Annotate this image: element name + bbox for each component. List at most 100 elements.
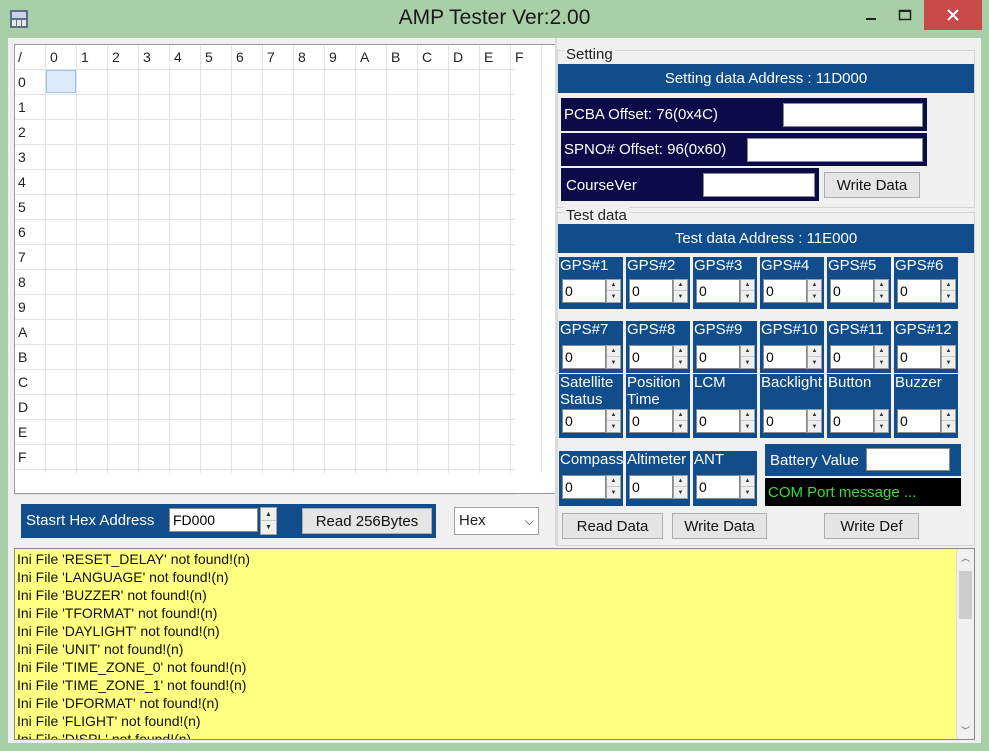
spin-down-icon[interactable]: ▼ (674, 291, 687, 302)
test-field-input[interactable]: 0 (629, 475, 673, 499)
spin-down-icon[interactable]: ▼ (741, 421, 754, 432)
test-field-spinner[interactable]: ▲ ▼ (673, 409, 688, 433)
spin-up-icon[interactable]: ▲ (875, 346, 888, 357)
start-address-input[interactable]: FD000 (169, 508, 258, 532)
test-field-spinner[interactable]: ▲ ▼ (606, 475, 621, 499)
battery-value-input[interactable] (866, 448, 950, 471)
spin-down-icon[interactable]: ▼ (942, 421, 955, 432)
spin-up-icon[interactable]: ▲ (607, 410, 620, 421)
spin-up-icon[interactable]: ▲ (607, 280, 620, 291)
spin-up-icon[interactable]: ▲ (942, 410, 955, 421)
test-field-input[interactable]: 0 (830, 279, 874, 303)
spin-up-icon[interactable]: ▲ (741, 410, 754, 421)
test-field-spinner[interactable]: ▲ ▼ (941, 279, 956, 303)
test-field-input[interactable]: 0 (897, 409, 941, 433)
test-field-spinner[interactable]: ▲ ▼ (874, 345, 889, 369)
test-field-input[interactable]: 0 (696, 279, 740, 303)
spin-down-icon[interactable]: ▼ (808, 421, 821, 432)
spin-up-icon[interactable]: ▲ (808, 410, 821, 421)
test-field-spinner[interactable]: ▲ ▼ (740, 345, 755, 369)
spin-down-icon[interactable]: ▼ (607, 487, 620, 498)
minimize-button[interactable] (856, 0, 886, 30)
test-write-data-button[interactable]: Write Data (672, 513, 767, 539)
format-select[interactable]: Hex ⌵ (454, 507, 539, 535)
spin-down-icon[interactable]: ▼ (261, 521, 276, 534)
setting-write-data-button[interactable]: Write Data (824, 172, 920, 198)
test-field-spinner[interactable]: ▲ ▼ (740, 475, 755, 499)
test-field-spinner[interactable]: ▲ ▼ (606, 409, 621, 433)
spno-offset-input[interactable] (747, 138, 923, 162)
test-field-spinner[interactable]: ▲ ▼ (606, 345, 621, 369)
close-button[interactable] (924, 0, 982, 30)
pcba-offset-input[interactable] (783, 103, 923, 127)
test-field-input[interactable]: 0 (830, 409, 874, 433)
test-field-input[interactable]: 0 (629, 345, 673, 369)
spin-down-icon[interactable]: ▼ (942, 357, 955, 368)
spin-up-icon[interactable]: ▲ (261, 508, 276, 521)
test-field-input[interactable]: 0 (696, 409, 740, 433)
test-field-spinner[interactable]: ▲ ▼ (673, 279, 688, 303)
test-field-spinner[interactable]: ▲ ▼ (874, 409, 889, 433)
test-field-spinner[interactable]: ▲ ▼ (606, 279, 621, 303)
spin-down-icon[interactable]: ▼ (808, 291, 821, 302)
course-ver-input[interactable] (703, 173, 815, 197)
start-address-spinner[interactable]: ▲ ▼ (260, 507, 277, 535)
spin-down-icon[interactable]: ▼ (741, 357, 754, 368)
spin-down-icon[interactable]: ▼ (607, 421, 620, 432)
spin-up-icon[interactable]: ▲ (674, 410, 687, 421)
test-field-input[interactable]: 0 (629, 409, 673, 433)
read-data-button[interactable]: Read Data (562, 513, 663, 539)
spin-down-icon[interactable]: ▼ (674, 357, 687, 368)
spin-down-icon[interactable]: ▼ (875, 357, 888, 368)
test-field-input[interactable]: 0 (562, 345, 606, 369)
spin-up-icon[interactable]: ▲ (674, 476, 687, 487)
spin-up-icon[interactable]: ▲ (607, 346, 620, 357)
spin-up-icon[interactable]: ▲ (741, 346, 754, 357)
test-field-spinner[interactable]: ▲ ▼ (807, 409, 822, 433)
spin-up-icon[interactable]: ▲ (607, 476, 620, 487)
spin-down-icon[interactable]: ▼ (875, 291, 888, 302)
maximize-button[interactable] (888, 0, 922, 30)
test-field-input[interactable]: 0 (763, 279, 807, 303)
spin-down-icon[interactable]: ▼ (808, 357, 821, 368)
scroll-up-icon[interactable]: ︿ (957, 549, 974, 566)
scroll-down-icon[interactable]: ﹀ (957, 722, 974, 739)
spin-down-icon[interactable]: ▼ (942, 291, 955, 302)
spin-up-icon[interactable]: ▲ (741, 476, 754, 487)
test-field-input[interactable]: 0 (897, 345, 941, 369)
spin-up-icon[interactable]: ▲ (942, 346, 955, 357)
test-field-input[interactable]: 0 (897, 279, 941, 303)
spin-down-icon[interactable]: ▼ (875, 421, 888, 432)
spin-up-icon[interactable]: ▲ (674, 346, 687, 357)
log-output[interactable]: Ini File 'DISPL' not found!(n) Ini File '… (14, 548, 975, 740)
spin-up-icon[interactable]: ▲ (942, 280, 955, 291)
spin-up-icon[interactable]: ▲ (808, 280, 821, 291)
spin-up-icon[interactable]: ▲ (674, 280, 687, 291)
spin-down-icon[interactable]: ▼ (607, 291, 620, 302)
test-field-spinner[interactable]: ▲ ▼ (740, 279, 755, 303)
test-field-input[interactable]: 0 (763, 345, 807, 369)
test-field-spinner[interactable]: ▲ ▼ (807, 345, 822, 369)
test-field-input[interactable]: 0 (696, 475, 740, 499)
read-256-bytes-button[interactable]: Read 256Bytes (302, 508, 432, 534)
test-field-spinner[interactable]: ▲ ▼ (874, 279, 889, 303)
spin-down-icon[interactable]: ▼ (674, 421, 687, 432)
test-field-spinner[interactable]: ▲ ▼ (941, 345, 956, 369)
test-field-spinner[interactable]: ▲ ▼ (807, 279, 822, 303)
scroll-thumb[interactable] (959, 571, 972, 619)
spin-down-icon[interactable]: ▼ (741, 291, 754, 302)
test-field-spinner[interactable]: ▲ ▼ (941, 409, 956, 433)
test-field-input[interactable]: 0 (830, 345, 874, 369)
test-field-spinner[interactable]: ▲ ▼ (740, 409, 755, 433)
log-scrollbar[interactable]: ︿ ﹀ (956, 549, 974, 739)
test-field-input[interactable]: 0 (763, 409, 807, 433)
hex-data-grid[interactable]: /0 1 2 3 4 5 6 7 8 9 A B C D E F 0 1 2 3 4 5 6 7 8 9 A B C D E F (14, 44, 556, 495)
spin-up-icon[interactable]: ▲ (741, 280, 754, 291)
spin-up-icon[interactable]: ▲ (875, 410, 888, 421)
test-field-input[interactable]: 0 (629, 279, 673, 303)
spin-up-icon[interactable]: ▲ (808, 346, 821, 357)
test-field-spinner[interactable]: ▲ ▼ (673, 345, 688, 369)
test-field-input[interactable]: 0 (562, 279, 606, 303)
spin-down-icon[interactable]: ▼ (741, 487, 754, 498)
test-field-input[interactable]: 0 (562, 409, 606, 433)
